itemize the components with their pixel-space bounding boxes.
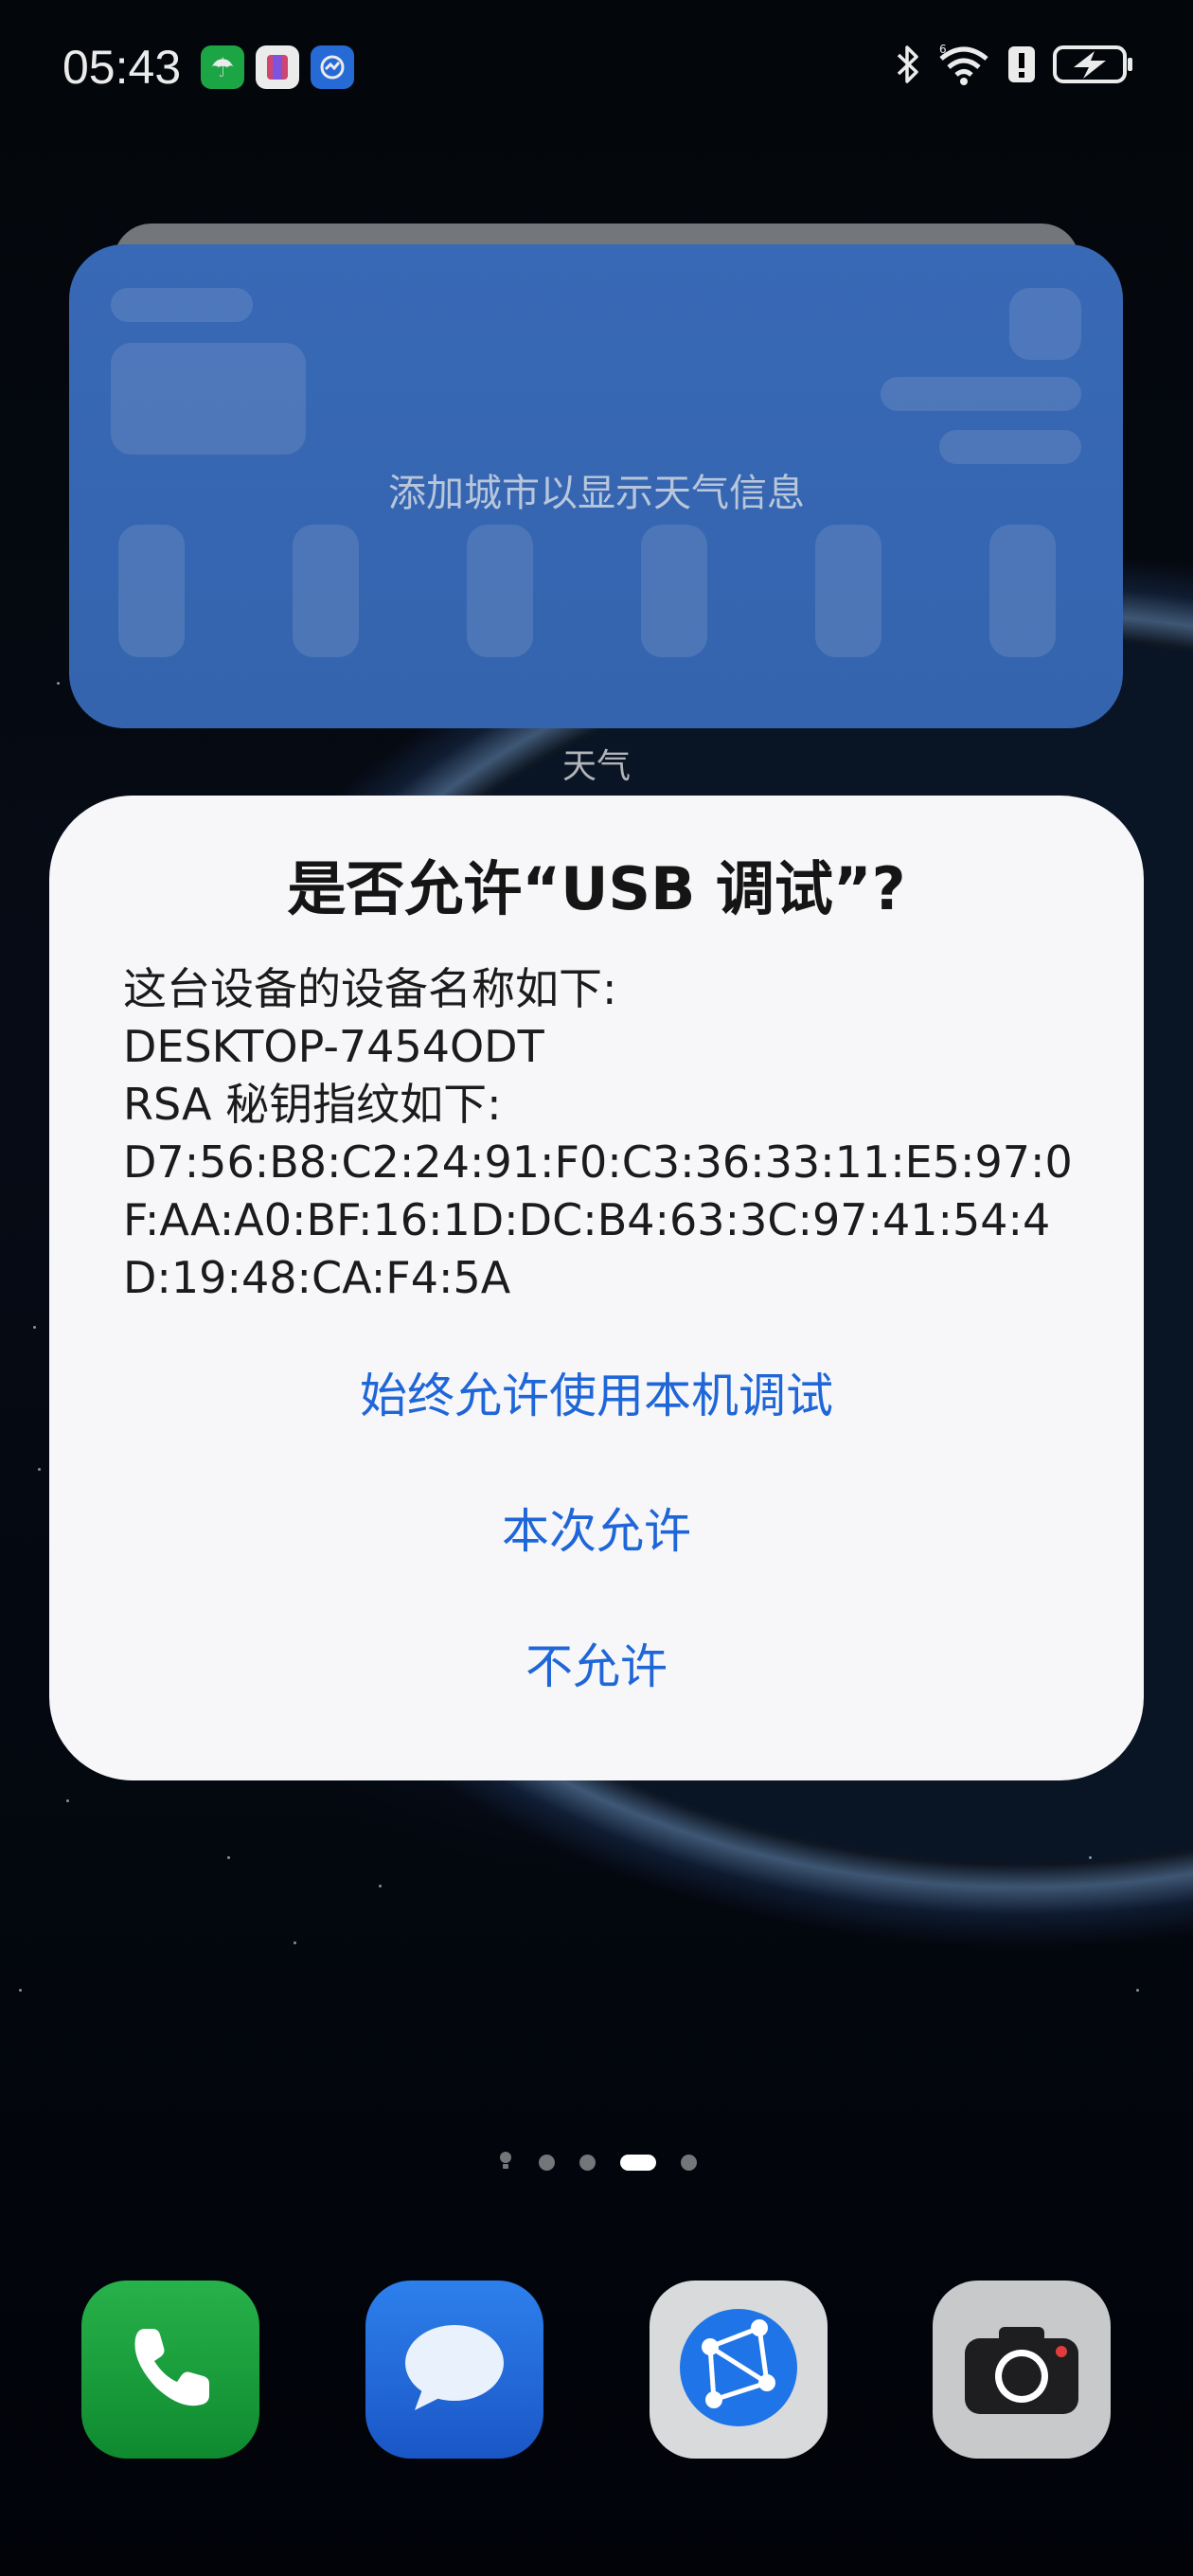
message-line: D7:56:B8:C2:24:91:F0:C3:36:33:11:E5:97:0	[123, 1136, 1073, 1188]
always-allow-button[interactable]: 始终允许使用本机调试	[49, 1358, 1144, 1426]
browser-icon	[672, 2301, 805, 2438]
browser-app[interactable]	[650, 2281, 828, 2459]
dialog-title: 是否允许“USB 调试”?	[287, 854, 906, 923]
dialog-message: 这台设备的设备名称如下: DESKTOP-7454ODT RSA 秘钥指纹如下:…	[123, 960, 1077, 1307]
messages-icon	[398, 2316, 511, 2424]
usb-debug-dialog: 是否允许“USB 调试”? 这台设备的设备名称如下: DESKTOP-7454O…	[49, 796, 1144, 1780]
message-line: F:AA:A0:BF:16:1D:DC:B4:63:3C:97:41:54:4	[123, 1194, 1051, 1245]
camera-app[interactable]	[933, 2281, 1111, 2459]
messages-app[interactable]	[365, 2281, 543, 2459]
message-line: RSA 秘钥指纹如下:	[123, 1079, 502, 1130]
camera-icon	[955, 2316, 1088, 2424]
page-dot[interactable]	[579, 2154, 596, 2171]
page-dot[interactable]	[538, 2154, 555, 2171]
deny-button[interactable]: 不允许	[49, 1629, 1144, 1697]
phone-app[interactable]	[81, 2281, 259, 2459]
phone-icon	[118, 2316, 223, 2424]
page-dot[interactable]	[680, 2154, 697, 2171]
message-line: D:19:48:CA:F4:5A	[123, 1252, 511, 1303]
page-indicator[interactable]	[0, 2150, 1193, 2174]
page-dot-active[interactable]	[619, 2154, 656, 2171]
message-line: DESKTOP-7454ODT	[123, 1021, 544, 1072]
allow-once-button[interactable]: 本次允许	[49, 1494, 1144, 1562]
lightbulb-icon	[497, 2150, 514, 2174]
message-line: 这台设备的设备名称如下:	[123, 963, 617, 1014]
